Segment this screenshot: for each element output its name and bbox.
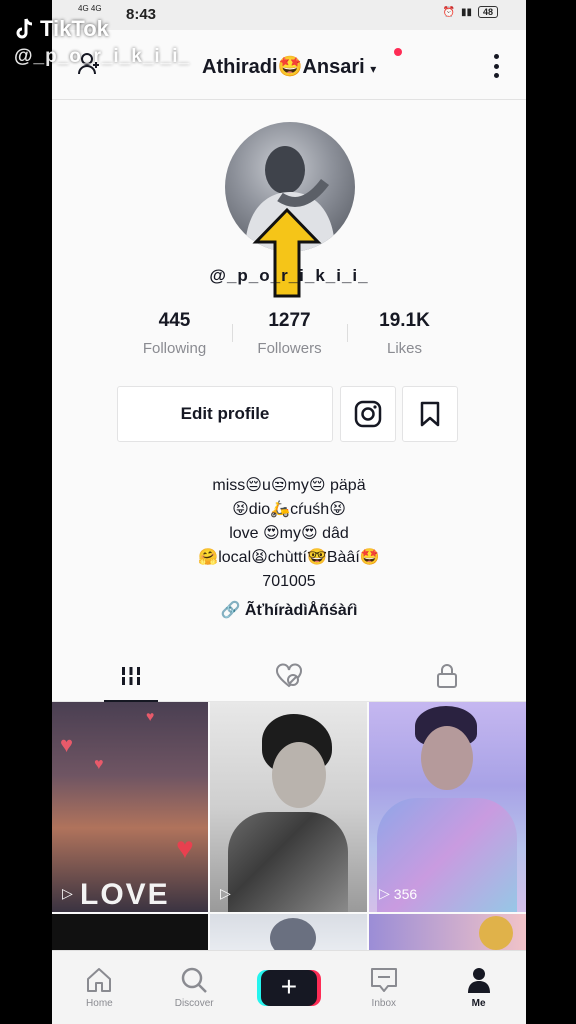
love-text: LOVE: [80, 878, 170, 911]
play-icon: ▷: [62, 885, 73, 901]
edit-profile-button[interactable]: Edit profile: [117, 386, 333, 442]
stat-label: Followers: [257, 340, 322, 357]
bookmark-icon: [420, 401, 440, 427]
video-thumbnail[interactable]: [210, 914, 367, 952]
alarm-icon: ⏰: [442, 6, 455, 18]
status-right: ⏰ ▮▮ 48: [443, 6, 498, 18]
bio-line: love 😍my😍 dâd: [229, 525, 349, 542]
link-icon: 🔗: [220, 602, 241, 619]
stat-following[interactable]: 445 Following: [117, 310, 232, 362]
stat-likes[interactable]: 19.1K Likes: [347, 310, 462, 362]
profile-handle: @_p_o_r_i_k_i_i_: [209, 266, 369, 285]
heart-icon: ♥: [60, 732, 74, 757]
bio-line: 701005: [262, 573, 316, 590]
inbox-icon: [370, 968, 397, 992]
chevron-down-icon: ▾: [370, 62, 377, 76]
bio-line: 😝dio🛵cŕuśh😝: [232, 501, 346, 518]
tiktok-watermark: TikTok @_p_o_r_i_k_i_i_: [14, 16, 190, 68]
profile-bio: miss😔u😒my😔 päpä 😝dio🛵cŕuśh😝 love 😍my😍 dâ…: [52, 474, 526, 594]
person-face: [421, 726, 473, 790]
network-indicator: 4G 4G: [78, 4, 102, 13]
view-count: ▷: [62, 885, 77, 902]
video-thumbnail[interactable]: ▷ 356: [369, 702, 526, 912]
account-switcher[interactable]: Athiradi🤩Ansari ▾: [202, 54, 376, 79]
videos-grid-icon: [121, 666, 141, 685]
bio-line: 🤗local😫chùttí🤓Bàâí🤩: [198, 549, 380, 566]
profile-link[interactable]: 🔗 ÃťhíràdìÅñśàŕì: [52, 600, 526, 620]
nav-label: Discover: [174, 998, 214, 1009]
create-button[interactable]: +: [256, 969, 321, 1006]
video-thumbnail[interactable]: ♥ ♥ ♥ ♥ LOVE ▷: [52, 702, 208, 912]
signal-icon: ▮▮: [460, 6, 472, 18]
more-options-icon[interactable]: [494, 54, 500, 78]
person-face: [479, 916, 513, 950]
profile-tabs: [52, 650, 526, 702]
stat-value: 445: [158, 310, 191, 331]
nav-home[interactable]: Home: [52, 951, 147, 1024]
watermark-user: @_p_o_r_i_k_i_i_: [14, 46, 191, 67]
account-name: Athiradi🤩Ansari: [202, 56, 365, 78]
stat-label: Likes: [386, 340, 423, 357]
lock-icon: [437, 663, 457, 688]
nav-label: Me: [471, 998, 486, 1009]
view-count: ▷: [220, 885, 235, 902]
video-thumbnail[interactable]: [52, 914, 208, 952]
nav-inbox[interactable]: Inbox: [336, 951, 431, 1024]
nav-discover[interactable]: Discover: [147, 951, 242, 1024]
person-shirt: [228, 812, 348, 912]
stat-followers[interactable]: 1277 Followers: [232, 310, 347, 362]
person-face: [272, 742, 326, 808]
profile-link-text: ÃťhíràdìÅñśàŕì: [244, 602, 358, 619]
instagram-icon: [354, 400, 382, 428]
arrow-up-icon: [252, 207, 322, 298]
battery-indicator: 48: [477, 6, 498, 18]
search-icon: [181, 967, 208, 993]
nav-label: Inbox: [371, 998, 397, 1009]
favorites-button[interactable]: [402, 386, 458, 442]
watermark-brand: TikTok: [40, 16, 109, 41]
nav-label: Home: [86, 998, 113, 1009]
bottom-navigation: Home Discover + Inbox Me: [52, 950, 526, 1024]
heart-icon: ♥: [176, 832, 194, 865]
tiktok-note-icon: [16, 18, 33, 39]
play-icon: ▷: [379, 885, 390, 901]
video-thumbnail[interactable]: [369, 914, 526, 952]
play-icon: ▷: [220, 885, 231, 901]
stat-label: Following: [142, 340, 207, 357]
phone-screen: 4G 4G 8:43 ⏰ ▮▮ 48 Athiradi🤩Ansari ▾ @_p…: [52, 0, 526, 1024]
video-grid: ♥ ♥ ♥ ♥ LOVE ▷ ▷ ▷ 356: [52, 702, 526, 952]
home-icon: [87, 968, 112, 992]
stat-value: 1277: [268, 310, 311, 331]
plus-icon: +: [260, 969, 317, 1006]
tab-private[interactable]: [368, 650, 526, 701]
tiktok-logo: TikTok: [14, 16, 190, 42]
video-thumbnail[interactable]: ▷: [210, 702, 367, 912]
stat-value: 19.1K: [379, 310, 430, 331]
instagram-button[interactable]: [340, 386, 396, 442]
tab-liked[interactable]: [210, 650, 368, 701]
tab-videos[interactable]: [52, 650, 210, 702]
heart-icon: ♥: [94, 756, 104, 773]
nav-me[interactable]: Me: [431, 951, 526, 1024]
person-face: [270, 918, 316, 952]
profile-stats: 445 Following 1277 Followers 19.1K Likes: [117, 310, 462, 362]
profile-icon: [467, 968, 490, 993]
view-count: ▷ 356: [379, 885, 418, 902]
nav-create[interactable]: +: [242, 951, 337, 1024]
notification-dot: [394, 48, 402, 56]
bio-line: miss😔u😒my😔 päpä: [212, 477, 366, 494]
heart-icon: ♥: [146, 708, 155, 724]
liked-hidden-icon: [276, 663, 302, 687]
